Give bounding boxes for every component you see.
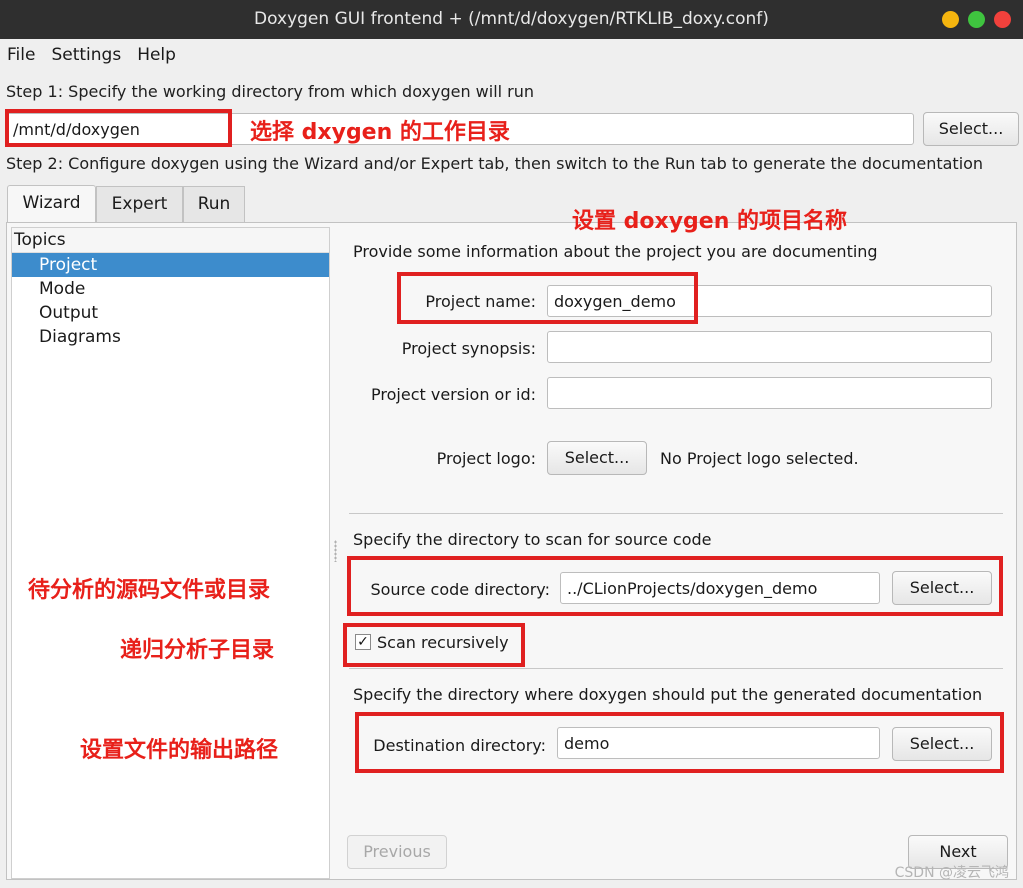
minimize-button[interactable] bbox=[942, 11, 959, 28]
watermark: CSDN @凌云飞鸿 bbox=[894, 865, 1009, 881]
title-bar: Doxygen GUI frontend + (/mnt/d/doxygen/R… bbox=[0, 0, 1023, 39]
menu-file[interactable]: File bbox=[7, 45, 35, 65]
project-logo-status: No Project logo selected. bbox=[660, 449, 859, 468]
topics-list: Topics Project Mode Output Diagrams bbox=[11, 227, 330, 879]
project-intro: Provide some information about the proje… bbox=[353, 242, 878, 261]
project-logo-select-button[interactable]: Select... bbox=[547, 441, 647, 475]
project-synopsis-label: Project synopsis: bbox=[401, 339, 536, 358]
step1-label: Step 1: Specify the working directory fr… bbox=[6, 82, 535, 101]
tab-run[interactable]: Run bbox=[183, 186, 245, 222]
project-version-label: Project version or id: bbox=[371, 385, 536, 404]
topics-header: Topics bbox=[12, 228, 329, 253]
destination-directory-select-button[interactable]: Select... bbox=[892, 727, 992, 761]
topic-item-project[interactable]: Project bbox=[12, 253, 329, 277]
project-version-input[interactable] bbox=[547, 377, 992, 409]
source-directory-input[interactable] bbox=[560, 572, 880, 604]
project-synopsis-input[interactable] bbox=[547, 331, 992, 363]
previous-button[interactable]: Previous bbox=[347, 835, 447, 869]
source-section-title: Specify the directory to scan for source… bbox=[353, 530, 712, 549]
annotation-output-dir: 设置文件的输出路径 bbox=[80, 738, 279, 763]
splitter-handle[interactable] bbox=[334, 540, 337, 562]
divider bbox=[349, 668, 1003, 669]
topic-item-diagrams[interactable]: Diagrams bbox=[12, 325, 329, 349]
annotation-working-dir: 选择 dxygen 的工作目录 bbox=[250, 120, 510, 145]
annotation-recursive: 递归分析子目录 bbox=[120, 638, 275, 663]
menu-settings[interactable]: Settings bbox=[51, 45, 121, 65]
project-logo-label: Project logo: bbox=[436, 449, 536, 468]
window-title: Doxygen GUI frontend + (/mnt/d/doxygen/R… bbox=[254, 9, 769, 29]
source-directory-label: Source code directory: bbox=[370, 580, 550, 599]
destination-directory-input[interactable] bbox=[557, 727, 880, 759]
annotation-source-dir: 待分析的源码文件或目录 bbox=[28, 578, 271, 603]
destination-section-title: Specify the directory where doxygen shou… bbox=[353, 685, 983, 704]
maximize-button[interactable] bbox=[968, 11, 985, 28]
window-controls bbox=[942, 11, 1011, 28]
topic-item-mode[interactable]: Mode bbox=[12, 277, 329, 301]
source-directory-select-button[interactable]: Select... bbox=[892, 571, 992, 605]
tab-wizard[interactable]: Wizard bbox=[7, 185, 96, 223]
project-name-label: Project name: bbox=[425, 292, 536, 311]
destination-directory-label: Destination directory: bbox=[373, 736, 546, 755]
scan-recursively-checkbox[interactable]: ✓ bbox=[355, 634, 371, 650]
scan-recursively-label: Scan recursively bbox=[377, 633, 509, 652]
project-name-input[interactable] bbox=[547, 285, 992, 317]
close-button[interactable] bbox=[994, 11, 1011, 28]
divider bbox=[349, 513, 1003, 514]
menu-bar: File Settings Help bbox=[0, 40, 1023, 70]
tab-expert[interactable]: Expert bbox=[96, 186, 183, 222]
topic-item-output[interactable]: Output bbox=[12, 301, 329, 325]
menu-help[interactable]: Help bbox=[137, 45, 176, 65]
working-directory-select-button[interactable]: Select... bbox=[923, 112, 1019, 146]
step2-label: Step 2: Configure doxygen using the Wiza… bbox=[6, 154, 984, 173]
annotation-project-name: 设置 doxygen 的项目名称 bbox=[572, 209, 848, 234]
